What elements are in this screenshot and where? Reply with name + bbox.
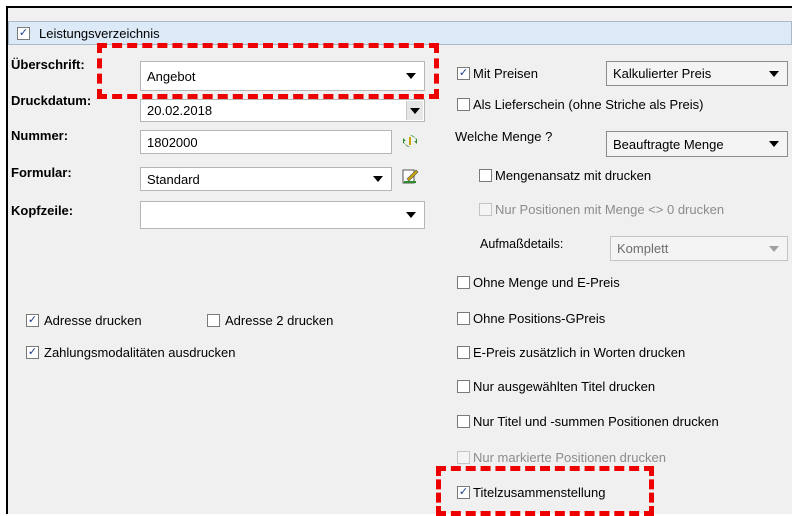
druckdatum-label: Druckdatum: [11, 93, 92, 108]
adresse2-checkbox[interactable] [207, 314, 220, 327]
preis-select[interactable]: Kalkulierter Preis [606, 61, 788, 86]
adresse2-label: Adresse 2 drucken [225, 313, 334, 328]
aufmass-label: Aufmaßdetails: [480, 237, 564, 251]
chevron-down-icon [373, 176, 383, 182]
ohne-gpreis-label: Ohne Positions-GPreis [473, 311, 606, 326]
refresh-number-button[interactable] [400, 131, 420, 151]
kopfzeile-select[interactable] [140, 201, 425, 229]
chevron-down-icon [406, 212, 416, 218]
zahlung-checkbox-row[interactable]: ✓ Zahlungsmodalitäten ausdrucken [26, 345, 236, 360]
formular-value: Standard [147, 171, 200, 187]
menge-select[interactable]: Beauftragte Menge [606, 131, 788, 157]
mengenansatz-label: Mengenansatz mit drucken [495, 168, 652, 183]
chevron-down-icon [406, 73, 416, 79]
chevron-down-icon [769, 141, 779, 147]
epreis-worte-row[interactable]: E-Preis zusätzlich in Worten drucken [457, 345, 685, 360]
mit-preisen-checkbox[interactable]: ✓ [457, 67, 470, 80]
nur-titel-summen-row[interactable]: Nur Titel und -summen Positionen drucken [457, 414, 719, 429]
zahlung-checkbox[interactable]: ✓ [26, 346, 39, 359]
adresse-checkbox-row[interactable]: ✓ Adresse drucken [26, 313, 142, 328]
menge-select-value: Beauftragte Menge [613, 136, 724, 152]
epreis-worte-checkbox[interactable] [457, 346, 470, 359]
mit-preisen-row[interactable]: ✓ Mit Preisen [457, 66, 538, 81]
chevron-down-icon [410, 107, 420, 114]
kopfzeile-label: Kopfzeile: [11, 203, 74, 218]
nur-positionen-checkbox[interactable] [479, 203, 492, 216]
nur-positionen-row[interactable]: Nur Positionen mit Menge <> 0 drucken [479, 202, 724, 217]
options-panel: Überschrift: Angebot Druckdatum: 20.02.2… [8, 45, 792, 508]
chevron-down-icon [769, 70, 779, 77]
adresse-label: Adresse drucken [44, 313, 142, 328]
lieferschein-label: Als Lieferschein (ohne Striche als Preis… [473, 97, 704, 112]
edit-form-button[interactable] [400, 166, 420, 186]
lieferschein-row[interactable]: Als Lieferschein (ohne Striche als Preis… [457, 97, 704, 112]
ueberschrift-select[interactable]: Angebot [140, 61, 425, 91]
titelzusammenstellung-checkbox[interactable]: ✓ [457, 486, 470, 499]
titelzusammenstellung-label: Titelzusammenstellung [473, 485, 606, 500]
nummer-input[interactable]: 1802000 [140, 130, 392, 154]
aufmass-select-value: Komplett [617, 241, 669, 256]
nur-titel-label: Nur ausgewählten Titel drucken [473, 379, 656, 394]
ohne-menge-checkbox[interactable] [457, 276, 470, 289]
druckdatum-picker[interactable]: 20.02.2018 [140, 99, 425, 122]
group-title: Leistungsverzeichnis [39, 25, 160, 41]
adresse2-checkbox-row[interactable]: Adresse 2 drucken [207, 313, 333, 328]
druckdatum-value: 20.02.2018 [147, 103, 213, 118]
mengenansatz-row[interactable]: Mengenansatz mit drucken [479, 168, 651, 183]
preis-select-value: Kalkulierter Preis [613, 66, 712, 81]
formular-select[interactable]: Standard [140, 167, 392, 191]
ohne-menge-row[interactable]: Ohne Menge und E-Preis [457, 275, 620, 290]
nur-markierte-label: Nur markierte Positionen drucken [473, 450, 666, 465]
mit-preisen-label: Mit Preisen [473, 66, 539, 81]
edit-form-icon [402, 169, 419, 184]
mengenansatz-checkbox[interactable] [479, 169, 492, 182]
ohne-gpreis-checkbox[interactable] [457, 312, 470, 325]
ueberschrift-value: Angebot [147, 68, 196, 84]
epreis-worte-label: E-Preis zusätzlich in Worten drucken [473, 345, 686, 360]
welche-menge-label: Welche Menge ? [455, 129, 553, 144]
nummer-value: 1802000 [147, 134, 198, 150]
aufmass-select[interactable]: Komplett [610, 236, 788, 261]
nummer-label: Nummer: [11, 128, 69, 143]
titelzusammenstellung-row[interactable]: ✓ Titelzusammenstellung [457, 485, 605, 500]
nur-titel-summen-label: Nur Titel und -summen Positionen drucken [473, 414, 719, 429]
formular-label: Formular: [11, 165, 72, 180]
nur-markierte-row[interactable]: Nur markierte Positionen drucken [457, 450, 666, 465]
date-dropdown-button[interactable] [406, 101, 423, 120]
ohne-gpreis-row[interactable]: Ohne Positions-GPreis [457, 311, 605, 326]
nur-titel-summen-checkbox[interactable] [457, 415, 470, 428]
adresse-checkbox[interactable]: ✓ [26, 314, 39, 327]
group-checkbox[interactable]: ✓ [17, 26, 30, 40]
nur-positionen-label: Nur Positionen mit Menge <> 0 drucken [495, 202, 725, 217]
ohne-menge-label: Ohne Menge und E-Preis [473, 275, 620, 290]
nur-titel-row[interactable]: Nur ausgewählten Titel drucken [457, 379, 655, 394]
group-header-leistungsverzeichnis[interactable]: ✓ Leistungsverzeichnis [8, 21, 792, 45]
nur-titel-checkbox[interactable] [457, 380, 470, 393]
ueberschrift-label: Überschrift: [11, 57, 85, 72]
chevron-down-icon [769, 245, 779, 252]
zahlung-label: Zahlungsmodalitäten ausdrucken [44, 345, 236, 360]
nur-markierte-checkbox[interactable] [457, 451, 470, 464]
lieferschein-checkbox[interactable] [457, 98, 470, 111]
refresh-icon [403, 135, 417, 147]
